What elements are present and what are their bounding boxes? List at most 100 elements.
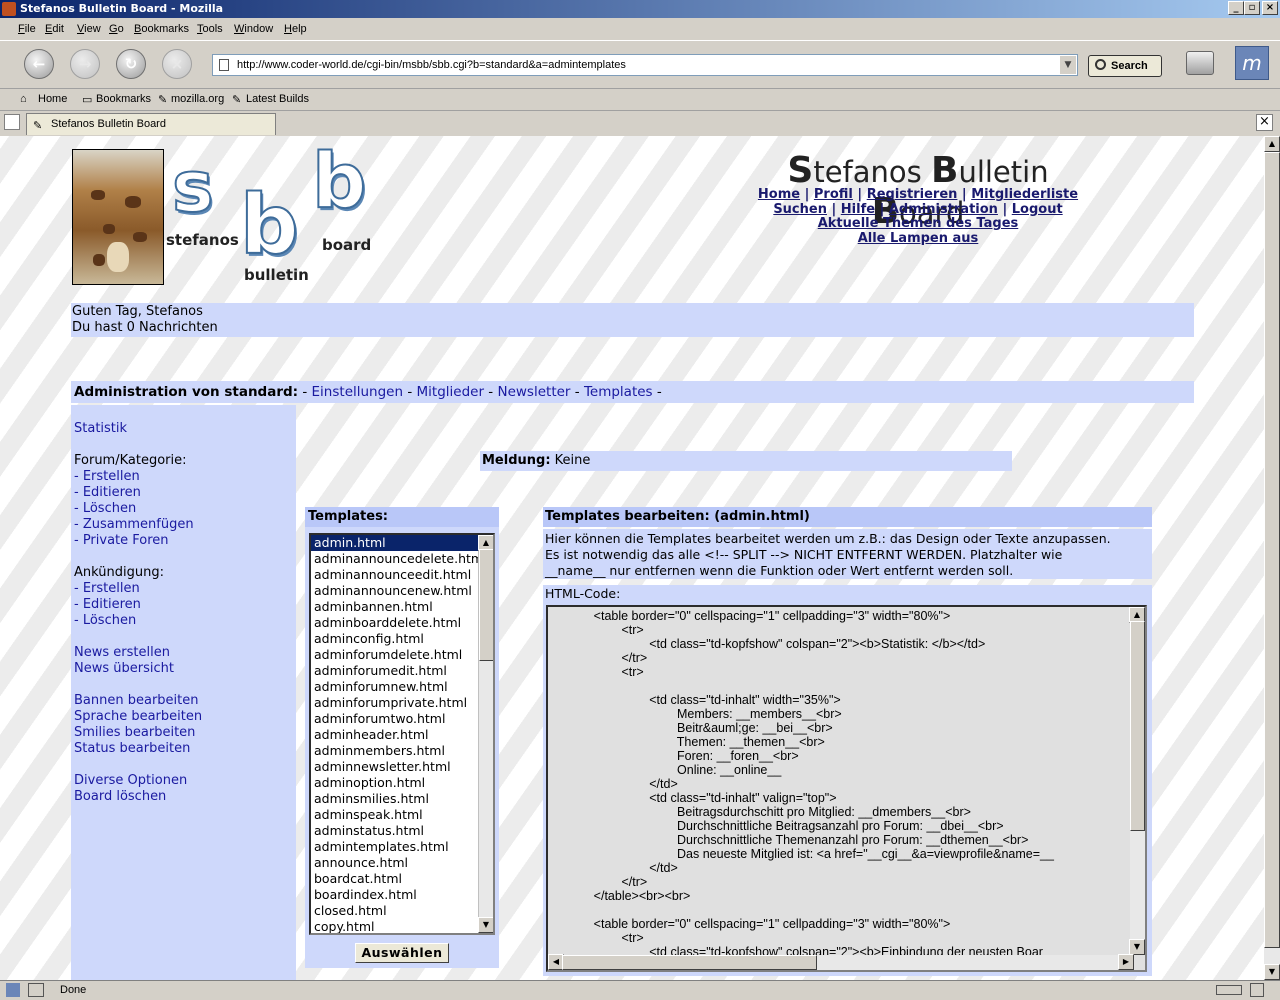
- admin-link-templates[interactable]: Templates: [584, 384, 653, 400]
- sidebar-ankuendigung-erstellen-link[interactable]: - Erstellen: [74, 581, 293, 597]
- sidebar-smilies-link[interactable]: Smilies bearbeiten: [74, 725, 293, 741]
- sidebar-statistik-link[interactable]: Statistik: [74, 421, 293, 437]
- scroll-right-icon[interactable]: ▶: [1118, 954, 1134, 970]
- scrollbar-thumb[interactable]: [479, 549, 493, 661]
- template-option[interactable]: adminforumdelete.html: [311, 647, 493, 663]
- template-option[interactable]: adminforumedit.html: [311, 663, 493, 679]
- url-dropdown-icon[interactable]: ▼: [1060, 56, 1076, 74]
- template-option[interactable]: adminforumnew.html: [311, 679, 493, 695]
- template-option[interactable]: boardindex.html: [311, 887, 493, 903]
- new-tab-icon[interactable]: [4, 114, 20, 130]
- sidebar-ankuendigung-loeschen-link[interactable]: - Löschen: [74, 613, 293, 629]
- nav-aktuelle-themen-link[interactable]: Aktuelle Themen des Tages: [818, 216, 1019, 231]
- sidebar-bannen-link[interactable]: Bannen bearbeiten: [74, 693, 293, 709]
- template-option[interactable]: adminboarddelete.html: [311, 615, 493, 631]
- sidebar-forum-editieren-link[interactable]: - Editieren: [74, 485, 293, 501]
- template-option[interactable]: adminannouncenew.html: [311, 583, 493, 599]
- code-vertical-scrollbar[interactable]: ▲ ▼: [1129, 607, 1145, 955]
- auswaehlen-button[interactable]: Auswählen: [355, 943, 449, 963]
- close-window-button[interactable]: ×: [1262, 1, 1278, 15]
- menu-tools[interactable]: Tools: [197, 23, 223, 35]
- url-bar[interactable]: ▼: [212, 54, 1078, 76]
- template-option[interactable]: adminforumprivate.html: [311, 695, 493, 711]
- template-option[interactable]: admin.html: [311, 535, 493, 552]
- scroll-down-icon[interactable]: ▼: [1264, 964, 1280, 980]
- sidebar-forum-erstellen-link[interactable]: - Erstellen: [74, 469, 293, 485]
- menu-view[interactable]: View: [77, 23, 101, 35]
- personal-bookmarks-link[interactable]: Bookmarks: [96, 93, 151, 105]
- nav-lampen-aus-link[interactable]: Alle Lampen aus: [858, 231, 979, 246]
- nav-logout-link[interactable]: Logout: [1012, 202, 1063, 217]
- sidebar-forum-zusammenfuegen-link[interactable]: - Zusammenfügen: [74, 517, 293, 533]
- template-option[interactable]: boardcat.html: [311, 871, 493, 887]
- menu-bookmarks[interactable]: Bookmarks: [134, 23, 189, 35]
- scroll-up-icon[interactable]: ▲: [1264, 136, 1280, 152]
- personal-mozilla-link[interactable]: mozilla.org: [171, 93, 224, 105]
- mozilla-throbber-icon[interactable]: m: [1235, 46, 1269, 80]
- sidebar-ankuendigung-editieren-link[interactable]: - Editieren: [74, 597, 293, 613]
- menu-help[interactable]: Help: [284, 23, 307, 35]
- nav-mitgliederliste-link[interactable]: Mitgliederliste: [971, 187, 1078, 202]
- sidebar-news-erstellen-link[interactable]: News erstellen: [74, 645, 293, 661]
- admin-link-einstellungen[interactable]: Einstellungen: [312, 384, 404, 400]
- search-button[interactable]: Search: [1088, 55, 1162, 77]
- template-option[interactable]: adminconfig.html: [311, 631, 493, 647]
- stop-button[interactable]: ×: [162, 49, 192, 79]
- page-vertical-scrollbar[interactable]: ▲ ▼: [1264, 136, 1280, 980]
- back-button[interactable]: ←: [24, 49, 54, 79]
- admin-link-newsletter[interactable]: Newsletter: [497, 384, 570, 400]
- template-option[interactable]: adminheader.html: [311, 727, 493, 743]
- menu-file[interactable]: File: [18, 23, 36, 35]
- template-option[interactable]: closed.html: [311, 903, 493, 919]
- template-option[interactable]: adminstatus.html: [311, 823, 493, 839]
- scrollbar-thumb[interactable]: [562, 955, 817, 970]
- reload-button[interactable]: ↻: [116, 49, 146, 79]
- sidebar-status-link[interactable]: Status bearbeiten: [74, 741, 293, 757]
- template-option[interactable]: adminannounceedit.html: [311, 567, 493, 583]
- admin-link-mitglieder[interactable]: Mitglieder: [417, 384, 485, 400]
- nav-registrieren-link[interactable]: Registrieren: [867, 187, 958, 202]
- template-option[interactable]: adminspeak.html: [311, 807, 493, 823]
- scrollbar-thumb[interactable]: [1130, 621, 1145, 831]
- template-option[interactable]: adminforumtwo.html: [311, 711, 493, 727]
- menu-edit[interactable]: Edit: [45, 23, 64, 35]
- template-option[interactable]: adminannouncedelete.html: [311, 551, 493, 567]
- nav-administration-link[interactable]: Administration: [889, 202, 998, 217]
- template-option[interactable]: admintemplates.html: [311, 839, 493, 855]
- templates-list-scrollbar[interactable]: ▲ ▼: [478, 535, 493, 933]
- personal-latest-builds-link[interactable]: Latest Builds: [246, 93, 309, 105]
- template-option[interactable]: adminnewsletter.html: [311, 759, 493, 775]
- sidebar-sprache-link[interactable]: Sprache bearbeiten: [74, 709, 293, 725]
- menu-go[interactable]: Go: [109, 23, 124, 35]
- nav-home-link[interactable]: Home: [758, 187, 800, 202]
- forward-button[interactable]: →: [70, 49, 100, 79]
- nav-hilfe-link[interactable]: Hilfe: [841, 202, 875, 217]
- sidebar-news-uebersicht-link[interactable]: News übersicht: [74, 661, 293, 677]
- template-option[interactable]: adminmembers.html: [311, 743, 493, 759]
- sidebar-forum-private-foren-link[interactable]: - Private Foren: [74, 533, 293, 549]
- print-icon[interactable]: [1186, 51, 1214, 75]
- nav-suchen-link[interactable]: Suchen: [773, 202, 827, 217]
- tab-stefanos-bulletin-board[interactable]: ✎ Stefanos Bulletin Board: [26, 113, 276, 135]
- minimize-button[interactable]: _: [1228, 1, 1244, 15]
- templates-listbox[interactable]: admin.html adminannouncedelete.html admina…: [309, 533, 495, 935]
- template-option[interactable]: copy.html: [311, 919, 493, 933]
- nav-profil-link[interactable]: Profil: [814, 187, 853, 202]
- personal-home-link[interactable]: Home: [38, 93, 67, 105]
- template-option[interactable]: announce.html: [311, 855, 493, 871]
- template-option[interactable]: adminsmilies.html: [311, 791, 493, 807]
- scroll-down-icon[interactable]: ▼: [1129, 939, 1145, 955]
- html-code-text[interactable]: <table border="0" cellspacing="1" cellpa…: [552, 609, 1132, 955]
- sidebar-diverse-optionen-link[interactable]: Diverse Optionen: [74, 773, 293, 789]
- html-code-textarea[interactable]: <table border="0" cellspacing="1" cellpa…: [546, 605, 1147, 972]
- mozilla-small-icon[interactable]: [6, 983, 20, 997]
- maximize-button[interactable]: ▫: [1244, 1, 1260, 15]
- scroll-down-icon[interactable]: ▼: [478, 917, 493, 933]
- scrollbar-thumb[interactable]: [1264, 152, 1280, 948]
- menu-window[interactable]: Window: [234, 23, 273, 35]
- sidebar-forum-loeschen-link[interactable]: - Löschen: [74, 501, 293, 517]
- close-tab-button[interactable]: ×: [1256, 114, 1273, 131]
- sidebar-board-loeschen-link[interactable]: Board löschen: [74, 789, 293, 805]
- template-option[interactable]: adminoption.html: [311, 775, 493, 791]
- template-option[interactable]: adminbannen.html: [311, 599, 493, 615]
